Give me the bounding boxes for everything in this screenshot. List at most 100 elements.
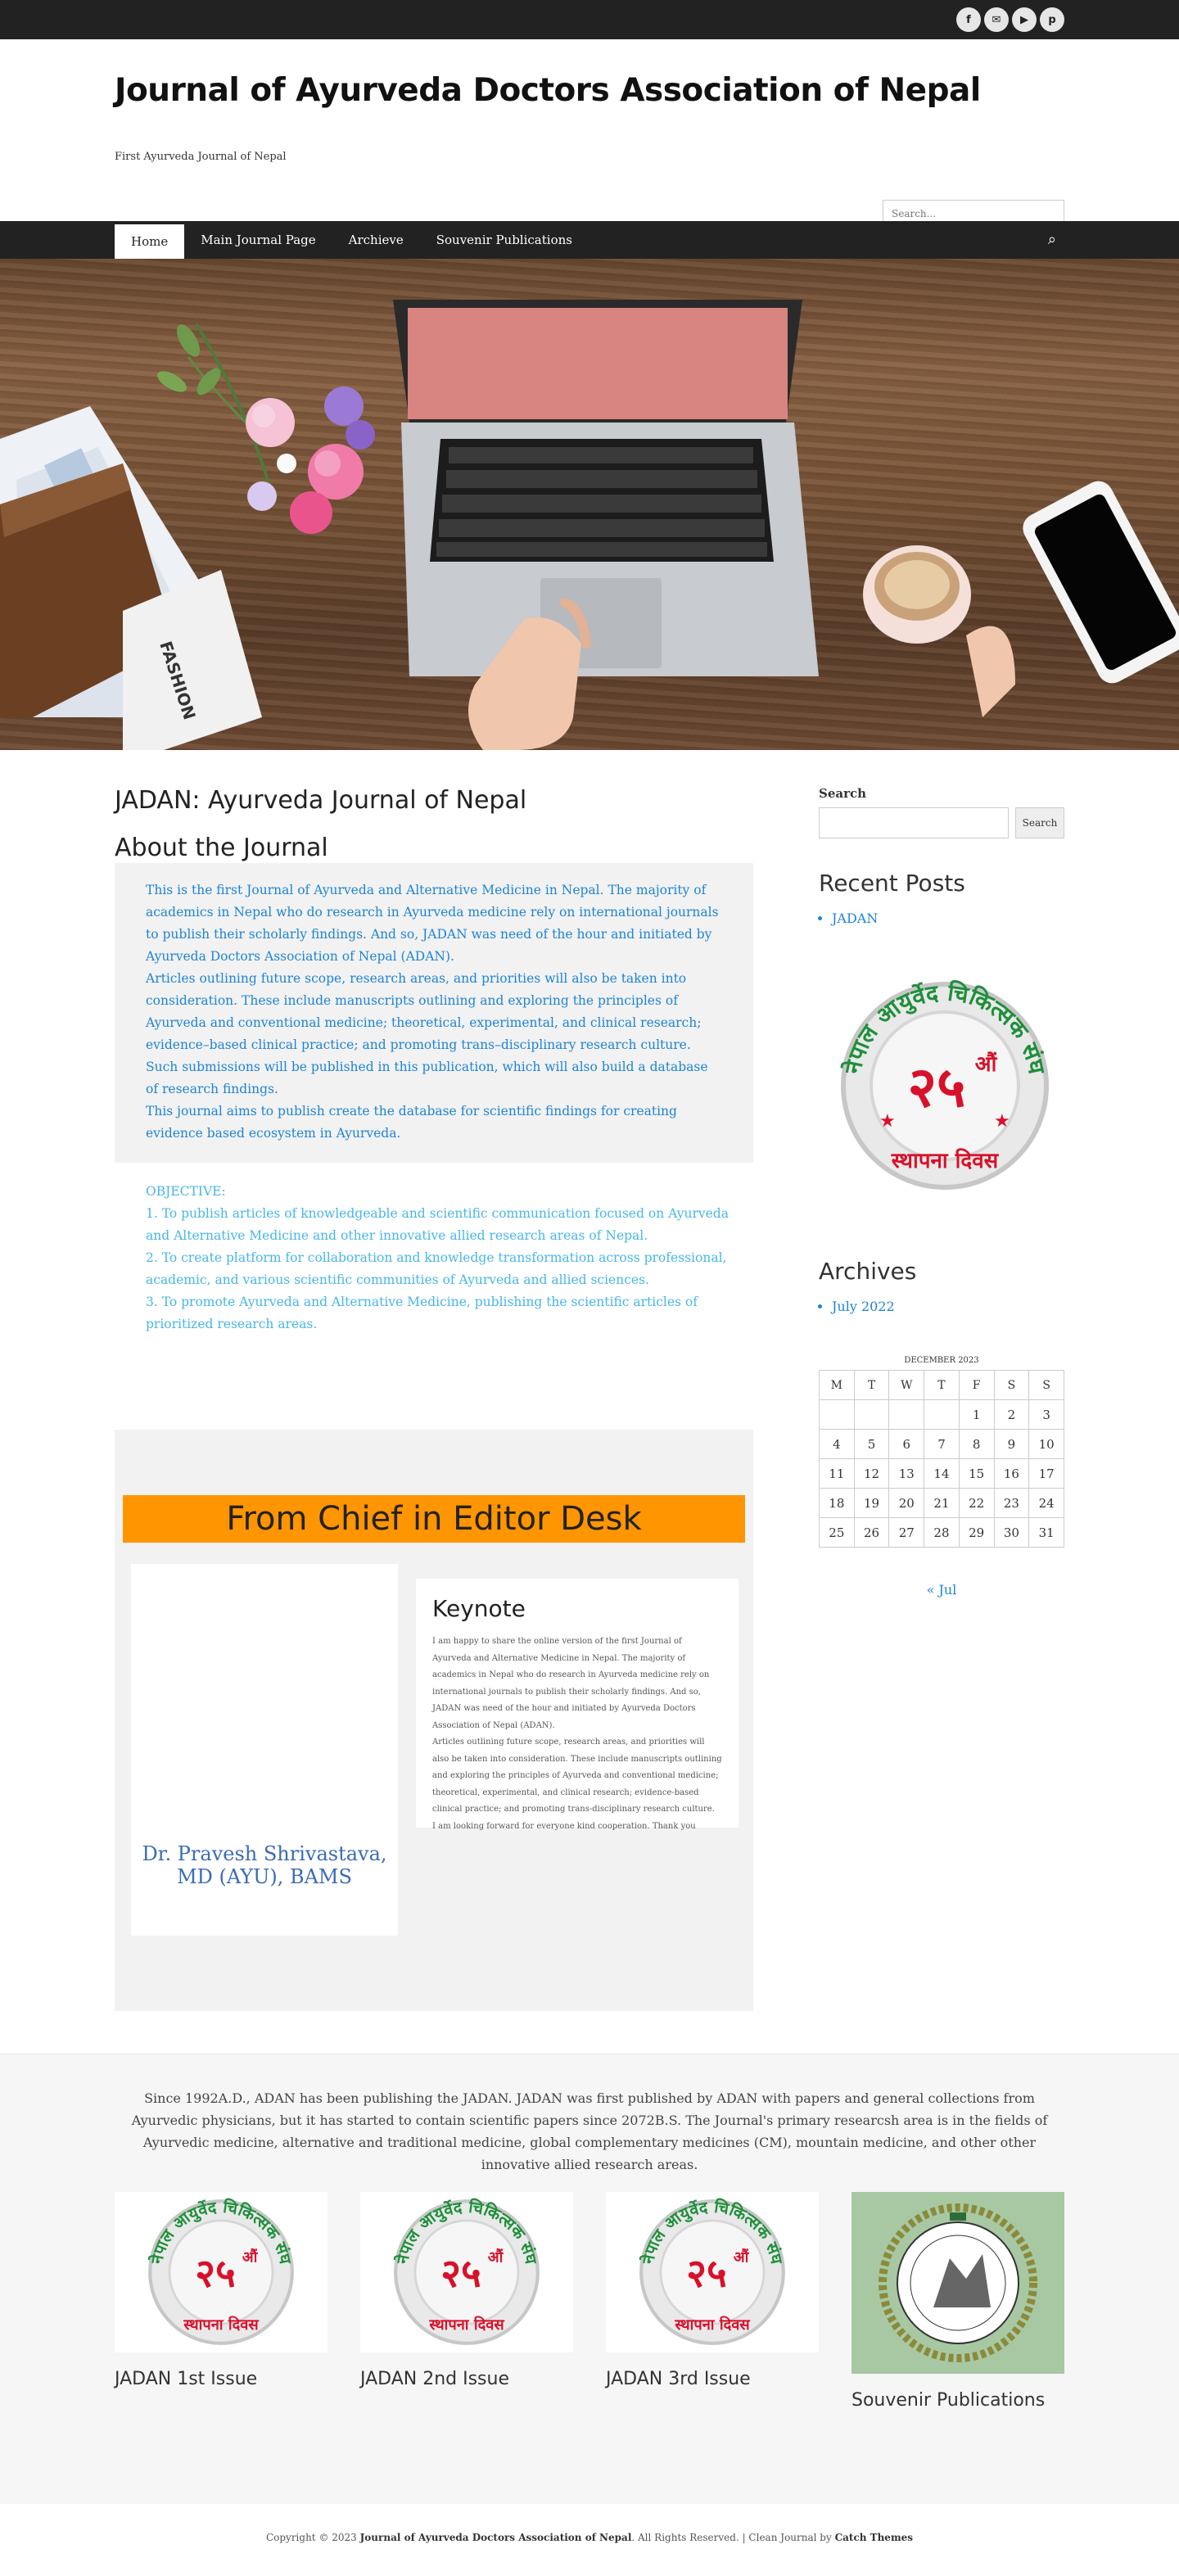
issue-title[interactable]: JADAN 1st Issue	[115, 2369, 328, 2389]
svg-text:औं: औं	[242, 2248, 259, 2266]
svg-text:औं: औं	[975, 1051, 998, 1077]
calendar-day: 17	[1028, 1458, 1064, 1489]
site-title[interactable]: Journal of Ayurveda Doctors Association …	[115, 72, 981, 109]
hero-illustration: FASHION	[0, 300, 1179, 750]
site-tagline: First Ayurveda Journal of Nepal	[115, 151, 287, 163]
calendar-day: 16	[993, 1458, 1030, 1489]
calendar-day: 10	[1028, 1429, 1064, 1459]
calendar-table: M T W T F S S 1 2 3 4 5 6 7 8 9 10 11 12…	[819, 1370, 1064, 1548]
nav-item-main-journal[interactable]: Main Journal Page	[184, 221, 332, 259]
keynote-paragraph: I am looking forward for everyone kind c…	[432, 1821, 696, 1831]
calendar-day: 14	[924, 1458, 960, 1489]
calendar-weekday: T	[853, 1370, 890, 1400]
editor-profile-card: Dr. Pravesh Shrivastava, MD (AYU), BAMS	[131, 1564, 398, 1936]
issue-title[interactable]: JADAN 2nd Issue	[360, 2369, 573, 2389]
calendar-day	[853, 1399, 890, 1430]
nav-item-archieve[interactable]: Archieve	[332, 221, 420, 259]
calendar-day: 7	[924, 1429, 960, 1459]
calendar-day: 4	[819, 1429, 855, 1459]
footer-site-link[interactable]: Journal of Ayurveda Doctors Association …	[360, 2532, 632, 2543]
social-links: f ✉ ▶ p	[956, 7, 1064, 32]
issue-card[interactable]: नेपाल आयुर्वेद चिकित्सक संघ २५ औं स्थापन…	[115, 2192, 328, 2389]
issue-title[interactable]: JADAN 3rd Issue	[606, 2369, 819, 2389]
svg-text:औं: औं	[488, 2248, 504, 2266]
footer-about-text: Since 1992A.D., ADAN has been publishing…	[131, 2090, 1048, 2172]
issue-card[interactable]: Souvenir Publications	[852, 2192, 1064, 2411]
svg-text:२५: २५	[440, 2252, 481, 2297]
email-icon[interactable]: ✉	[984, 7, 1009, 32]
calendar-weekday: W	[888, 1370, 925, 1400]
calendar-day: 12	[853, 1458, 890, 1489]
footer-widgets: Since 1992A.D., ADAN has been publishing…	[0, 2054, 1179, 2504]
calendar-weekday: S	[1028, 1370, 1064, 1400]
svg-text:औं: औं	[734, 2248, 750, 2266]
calendar-day: 26	[853, 1517, 890, 1548]
calendar-day: 23	[993, 1488, 1030, 1518]
archives-title: Archives	[819, 1258, 917, 1285]
editor-desk-banner: From Chief in Editor Desk	[123, 1495, 745, 1543]
about-box: This is the first Journal of Ayurveda an…	[115, 863, 753, 1163]
calendar-day: 28	[924, 1517, 960, 1548]
calendar-day: 24	[1028, 1488, 1064, 1518]
content-area: JADAN: Ayurveda Journal of Nepal About t…	[0, 750, 1179, 2054]
recent-post-link[interactable]: JADAN	[832, 911, 878, 926]
sidebar-search-button[interactable]: Search	[1015, 807, 1064, 838]
hero-image: FASHION	[0, 259, 1179, 750]
nav-item-home[interactable]: Home	[115, 224, 185, 259]
sidebar-search-label: Search	[819, 786, 867, 801]
anniversary-logo: नेपाल आयुर्वेद चिकित्सक संघ २५ औं स्थापन…	[830, 971, 1059, 1200]
svg-text:२५: २५	[195, 2252, 236, 2297]
objective-section: OBJECTIVE: 1. To publish articles of kno…	[146, 1181, 735, 1335]
editor-desk-section: From Chief in Editor Desk Dr. Pravesh Sh…	[115, 1430, 753, 2011]
calendar-day	[819, 1399, 855, 1430]
souvenir-logo[interactable]	[852, 2192, 1064, 2374]
calendar-day: 5	[853, 1429, 890, 1459]
site-footer: Copyright © 2023 Journal of Ayurveda Doc…	[0, 2504, 1179, 2576]
editor-name: Dr. Pravesh Shrivastava, MD (AYU), BAMS	[142, 1842, 387, 1888]
about-paragraph: This is the first Journal of Ayurveda an…	[146, 883, 719, 964]
objective-item: 2. To create platform for collaboration …	[146, 1250, 727, 1287]
issue-logo[interactable]: नेपाल आयुर्वेद चिकित्सक संघ २५ औं स्थापन…	[115, 2192, 328, 2352]
pinterest-icon[interactable]: p	[1040, 7, 1064, 32]
keynote-paragraph: I am happy to share the online version o…	[432, 1637, 710, 1730]
calendar-week: 4 5 6 7 8 9 10	[819, 1429, 1064, 1459]
issue-card[interactable]: नेपाल आयुर्वेद चिकित्सक संघ २५ औं स्थापन…	[360, 2192, 573, 2389]
calendar-day: 18	[819, 1488, 855, 1518]
archive-link[interactable]: July 2022	[832, 1299, 895, 1314]
facebook-icon[interactable]: f	[956, 7, 981, 32]
calendar-day: 31	[1028, 1517, 1064, 1548]
issue-logo[interactable]: नेपाल आयुर्वेद चिकित्सक संघ २५ औं स्थापन…	[360, 2192, 573, 2352]
sidebar-search-input[interactable]	[819, 807, 1009, 838]
calendar-prev-link[interactable]: « Jul	[819, 1582, 1064, 1598]
issue-card[interactable]: नेपाल आयुर्वेद चिकित्सक संघ २५ औं स्थापन…	[606, 2192, 819, 2389]
calendar-day: 3	[1028, 1399, 1064, 1430]
svg-text:२५: २५	[686, 2252, 727, 2297]
copyright-prefix: Copyright © 2023	[265, 2532, 360, 2543]
calendar-day: 1	[958, 1399, 995, 1430]
about-paragraph: This journal aims to publish create the …	[146, 1104, 677, 1141]
keynote-paragraph: Articles outlining future scope, researc…	[432, 1738, 722, 1814]
calendar-week: 25 26 27 28 29 30 31	[819, 1517, 1064, 1548]
copyright-middle: . All Rights Reserved. | Clean Journal b…	[631, 2532, 835, 2543]
nav-item-souvenir[interactable]: Souvenir Publications	[420, 221, 589, 259]
recent-posts-list: JADAN	[832, 911, 878, 926]
svg-text:★: ★	[994, 1111, 1010, 1132]
archives-list: July 2022	[832, 1299, 895, 1314]
top-bar: f ✉ ▶ p	[0, 0, 1179, 39]
keynote-card: Keynote I am happy to share the online v…	[416, 1579, 739, 1831]
page-title: JADAN: Ayurveda Journal of Nepal	[115, 786, 527, 815]
calendar-day: 19	[853, 1488, 890, 1518]
about-heading: About the Journal	[115, 834, 328, 862]
recent-posts-title: Recent Posts	[819, 870, 965, 897]
calendar-day: 21	[924, 1488, 960, 1518]
theme-author-link[interactable]: Catch Themes	[835, 2532, 913, 2543]
calendar-weekday: S	[993, 1370, 1030, 1400]
issue-title[interactable]: Souvenir Publications	[852, 2390, 1064, 2411]
issue-logo[interactable]: नेपाल आयुर्वेद चिकित्सक संघ २५ औं स्थापन…	[606, 2192, 819, 2352]
youtube-icon[interactable]: ▶	[1012, 7, 1037, 32]
calendar-day: 22	[958, 1488, 995, 1518]
calendar-day	[924, 1399, 960, 1430]
calendar-week: 11 12 13 14 15 16 17	[819, 1458, 1064, 1489]
calendar-widget: DECEMBER 2023 M T W T F S S 1 2 3 4 5 6 …	[819, 1356, 1064, 1548]
search-icon[interactable]: ⌕	[1048, 231, 1056, 248]
